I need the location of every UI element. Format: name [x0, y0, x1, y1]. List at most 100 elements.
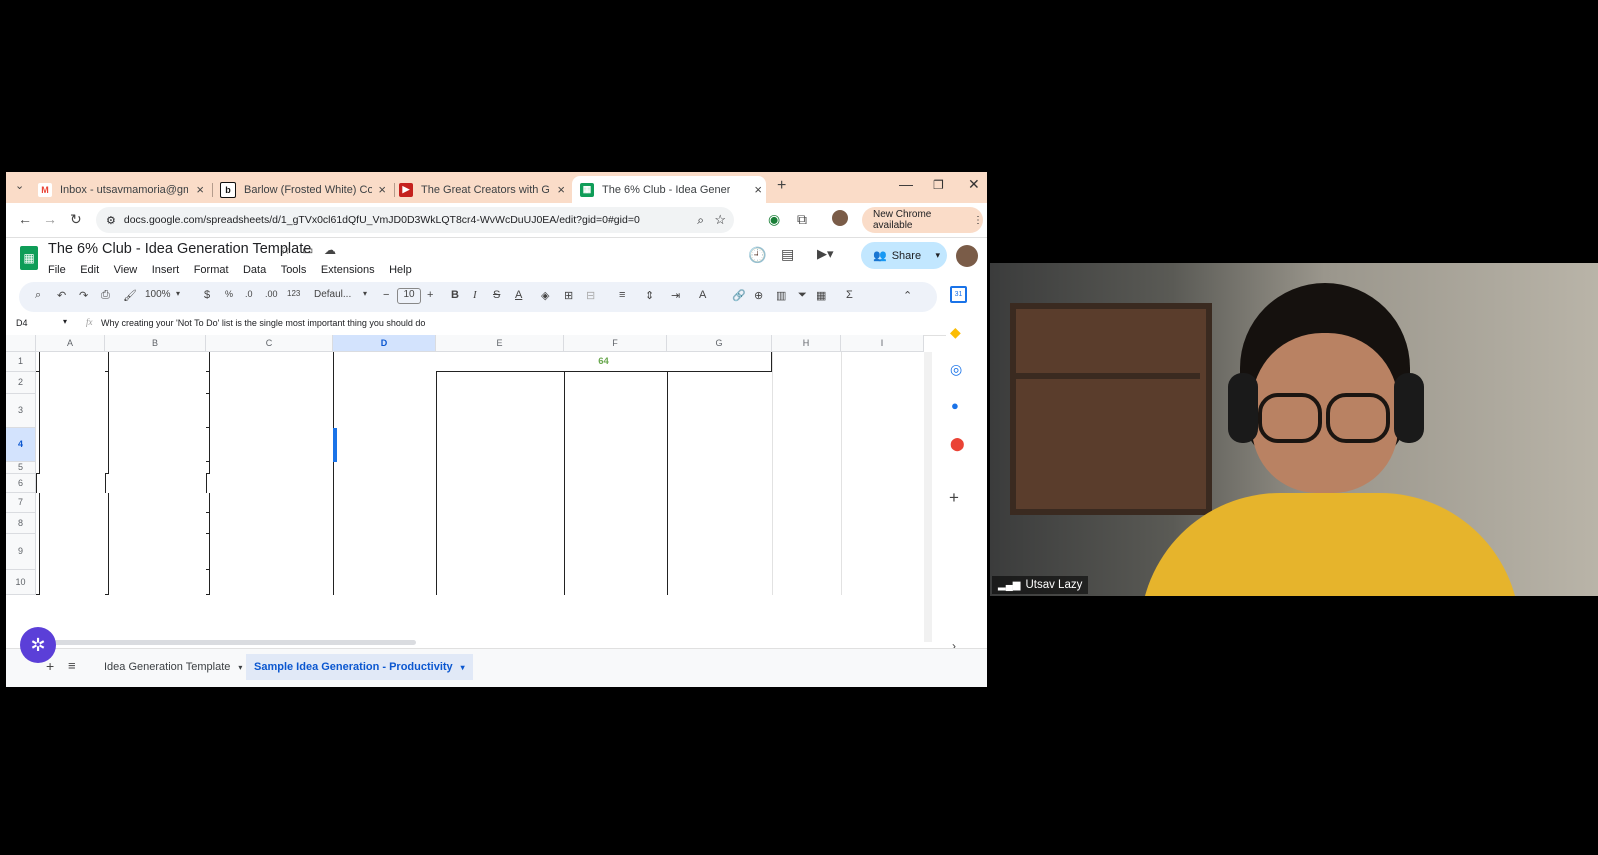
cell-big-idea[interactable]: Productivity	[36, 493, 40, 595]
print-icon[interactable]: ⎙	[101, 289, 110, 302]
tasks-icon[interactable]: ◎	[950, 361, 962, 378]
menu-data[interactable]: Data	[243, 264, 266, 276]
cell-idea-g[interactable]: Why 'unlearning' is a myth	[667, 428, 668, 462]
cell-b1[interactable]: Buckets	[105, 352, 109, 372]
cell-idea-d[interactable]: Prioritization	[333, 372, 334, 394]
cell-question[interactable]: How	[206, 462, 210, 474]
text-color-icon[interactable]: A	[515, 289, 522, 301]
cell-empty[interactable]	[841, 394, 842, 428]
column-header-b[interactable]: B	[105, 335, 206, 352]
cell-bucket[interactable]: Habits	[105, 372, 109, 474]
strikethrough-icon[interactable]: S	[493, 289, 500, 301]
cell-empty[interactable]	[841, 372, 842, 394]
row-header-7[interactable]: 7	[6, 493, 36, 513]
grammarly-icon[interactable]: ◉	[768, 211, 780, 228]
cell-idea-f[interactable]: Why you need to change the way you live …	[564, 534, 565, 570]
cell-empty[interactable]	[841, 570, 842, 595]
omnibox[interactable]: ⚙ docs.google.com/spreadsheets/d/1_gTVx0…	[96, 207, 734, 233]
row-header-1[interactable]: 1	[6, 352, 36, 372]
cell-question[interactable]: What	[206, 493, 210, 513]
cell-idea-d[interactable]: Why creating your 'Not To Do' list is th…	[333, 428, 337, 462]
row-header-9[interactable]: 9	[6, 534, 36, 570]
percent-format[interactable]: %	[225, 289, 233, 299]
bookmark-star-icon[interactable]: ☆	[714, 212, 726, 228]
cell-c1[interactable]: Idea Generation Questions	[206, 352, 210, 372]
tab-gmail[interactable]: M Inbox - utsavmamoria@gmail.com ×	[38, 176, 208, 203]
doc-title[interactable]: The 6% Club - Idea Generation Template	[48, 241, 311, 257]
insert-comment-icon[interactable]: ⊕	[754, 289, 763, 302]
menu-help[interactable]: Help	[389, 264, 412, 276]
cell-empty[interactable]	[841, 428, 842, 462]
spreadsheet-grid[interactable]: ABCDEFGHI 12345678910 Big Idea Buckets Idea …	[6, 335, 946, 645]
functions-icon[interactable]: Σ	[846, 289, 853, 301]
text-wrap-icon[interactable]: ⇥	[671, 289, 680, 302]
cell-empty[interactable]	[841, 474, 842, 493]
tab-great-creators[interactable]: ▶ The Great Creators with Guy Raz ×	[399, 176, 569, 203]
increase-decimal[interactable]: .00	[265, 289, 278, 299]
menu-extensions[interactable]: Extensions	[321, 264, 375, 276]
chevron-down-icon[interactable]: ▾	[63, 317, 67, 326]
column-header-h[interactable]: H	[772, 335, 841, 352]
site-info-icon[interactable]: ⚙	[106, 214, 116, 227]
column-header-c[interactable]: C	[206, 335, 333, 352]
zoom-select[interactable]: 100%	[145, 289, 171, 300]
cell-idea-e[interactable]: Why you need 7-8 hours of sleep	[436, 534, 437, 570]
cell-idea-g[interactable]: Urgent / Important - Eisenhower Matrix	[667, 570, 668, 595]
column-header-d[interactable]: D	[333, 335, 436, 352]
menu-edit[interactable]: Edit	[80, 264, 99, 276]
chevron-down-icon[interactable]: ▾	[363, 289, 367, 298]
cell-idea-e[interactable]: What is the ideal time to eat your meals…	[436, 394, 437, 428]
vertical-align-icon[interactable]: ⇕	[645, 289, 654, 302]
vertical-scrollbar[interactable]	[924, 352, 932, 642]
close-icon[interactable]: ×	[557, 182, 565, 197]
cell-idea-f[interactable]: How to set Quarterly Goals	[564, 493, 565, 513]
cell-empty[interactable]	[772, 474, 773, 493]
cell-idea-g[interactable]: When is the best time to excercise in th…	[667, 394, 668, 428]
menu-tools[interactable]: Tools	[281, 264, 307, 276]
cell-idea-d[interactable]: Top 6 things your daily To-Do list shoul…	[333, 493, 334, 513]
cell-idea-d[interactable]: Why you need to own your morning time	[333, 534, 334, 570]
menu-view[interactable]: View	[114, 264, 138, 276]
extensions-icon[interactable]: ⧉	[797, 211, 807, 228]
cell-idea-e[interactable]: Apps to set time limits for social media…	[436, 570, 437, 595]
horizontal-scrollbar[interactable]	[36, 640, 416, 645]
font-size-input[interactable]: 10	[397, 288, 421, 304]
column-header-g[interactable]: G	[667, 335, 772, 352]
paint-format-icon[interactable]: 🖌	[123, 289, 137, 302]
cell-empty[interactable]	[841, 493, 842, 513]
cell-bucket[interactable]: Time Management	[105, 493, 109, 595]
chevron-down-icon[interactable]: ▾	[238, 663, 242, 672]
tab-idea-generation-template[interactable]: Idea Generation Template ▾	[96, 655, 250, 679]
cloud-status-icon[interactable]: ☁	[324, 243, 336, 257]
cell-empty[interactable]	[772, 513, 773, 534]
profile-avatar[interactable]	[832, 210, 848, 226]
version-history-icon[interactable]: 🕘	[748, 246, 767, 264]
tab-sample-idea-generation[interactable]: Sample Idea Generation - Productivity ▾	[246, 654, 473, 680]
cell-idea-f[interactable]: When do you know that you have built a h…	[564, 394, 565, 428]
cell-idea-d[interactable]: Become a morning person in 3 simple step…	[333, 462, 334, 474]
cell-idea-g[interactable]: Power of making 'Fewer Decisions'	[667, 372, 668, 394]
currency-format[interactable]: $	[204, 289, 210, 301]
move-folder-icon[interactable]: ▭	[302, 243, 313, 257]
cell-idea-e[interactable]: Why your smartphone is making you unprod…	[436, 428, 437, 462]
maximize-icon[interactable]: ❐	[933, 178, 944, 192]
cell-empty[interactable]	[772, 570, 773, 595]
add-sheet-icon[interactable]: +	[46, 658, 54, 674]
cell-idea-g[interactable]: How to change your life in 1 year	[667, 493, 668, 513]
row-header-5[interactable]: 5	[6, 462, 36, 474]
decrease-font-icon[interactable]: −	[383, 289, 389, 301]
cell-empty[interactable]	[772, 462, 773, 474]
menu-format[interactable]: Format	[194, 264, 229, 276]
all-sheets-icon[interactable]: ≡	[68, 658, 76, 673]
search-menus-icon[interactable]: ⌕	[35, 289, 41, 302]
number-format[interactable]: 123	[287, 289, 300, 298]
align-icon[interactable]: ≡	[619, 289, 625, 301]
menu-file[interactable]: File	[48, 264, 66, 276]
filter-views-icon[interactable]: ▦	[816, 289, 826, 302]
cell-idea-f[interactable]: Why is it hard to change our old habits	[564, 428, 565, 462]
keep-icon[interactable]: ◆	[950, 324, 961, 341]
cell-idea-e[interactable]: Build this one habit to maximise your co…	[436, 462, 437, 474]
cell-idea-d[interactable]: Pomodoro Technique	[333, 570, 334, 595]
decrease-decimal[interactable]: .0	[245, 289, 253, 299]
cell-empty[interactable]	[772, 372, 773, 394]
